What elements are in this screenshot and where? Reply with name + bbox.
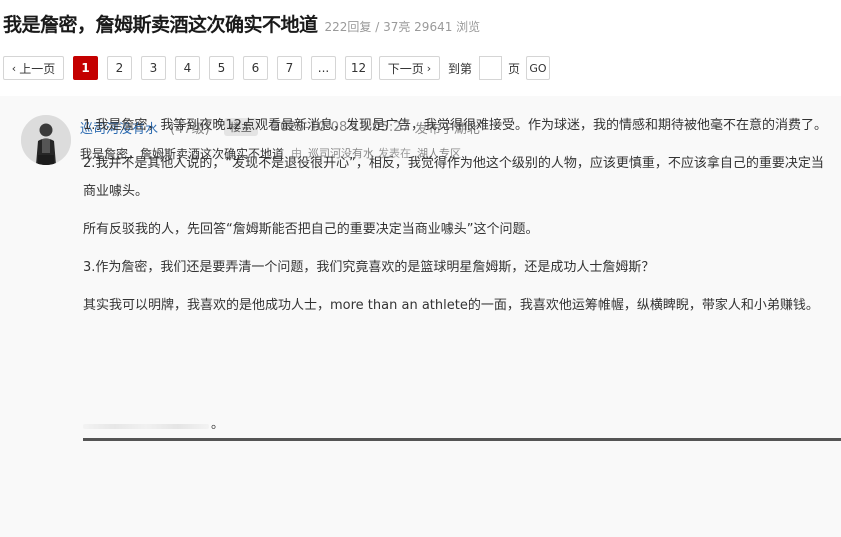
page-ellipsis: ... bbox=[311, 56, 336, 80]
blurred-text bbox=[83, 424, 209, 429]
avatar[interactable] bbox=[21, 115, 71, 165]
page-button[interactable]: 2 bbox=[107, 56, 132, 80]
thread-title-bar: 我是詹密，詹姆斯卖酒这次确实不地道 222回复 / 37亮 29641 浏览 bbox=[3, 10, 480, 38]
page-button[interactable]: 6 bbox=[243, 56, 268, 80]
avatar-image bbox=[21, 115, 71, 165]
page-button[interactable]: 5 bbox=[209, 56, 234, 80]
goto-suffix: 页 bbox=[508, 61, 521, 76]
post-paragraph: 3.作为詹密，我们还是要弄清一个问题，我们究竟喜欢的是篮球明星詹姆斯，还是成功人… bbox=[83, 260, 655, 275]
page-button[interactable]: 7 bbox=[277, 56, 302, 80]
post-paragraph: 所有反驳我的人，先回答“詹姆斯能否把自己的重要决定当商业噱头”这个问题。 bbox=[83, 222, 539, 237]
post-paragraph: 2.我并不是其他人说的，“发现不是退役很开心”，相反，我觉得作为他这个级别的人物… bbox=[83, 156, 824, 199]
chevron-left-icon: ‹ bbox=[11, 61, 17, 75]
trailing-period: 。 bbox=[211, 417, 225, 432]
thread-title: 我是詹密，詹姆斯卖酒这次确实不地道 bbox=[3, 14, 318, 36]
post-content: 1.我是詹密，我等到夜晚12点观看最新消息，发现是广告，我觉得很难接受。作为球迷… bbox=[83, 112, 829, 330]
goto-label: 到第 bbox=[448, 61, 473, 76]
goto-page-input[interactable] bbox=[479, 56, 502, 80]
page-button[interactable]: 4 bbox=[175, 56, 200, 80]
divider bbox=[83, 438, 841, 441]
pagination: ‹ 上一页 1 2 3 4 5 6 7 ... 12 下一页 › 到第 页 GO bbox=[3, 56, 563, 80]
post-paragraph: 其实我可以明牌，我喜欢的是他成功人士，more than an athlete的… bbox=[83, 298, 819, 313]
page-button[interactable]: 12 bbox=[345, 56, 372, 80]
next-page-button[interactable]: 下一页 › bbox=[379, 56, 440, 80]
prev-page-button[interactable]: ‹ 上一页 bbox=[3, 56, 64, 80]
page-button-current[interactable]: 1 bbox=[73, 56, 98, 80]
page-button[interactable]: 3 bbox=[141, 56, 166, 80]
go-button[interactable]: GO bbox=[526, 56, 550, 80]
thread-stats: 222回复 / 37亮 29641 浏览 bbox=[324, 20, 481, 34]
chevron-right-icon: › bbox=[426, 61, 432, 75]
post-paragraph: 1.我是詹密，我等到夜晚12点观看最新消息，发现是广告，我觉得很难接受。作为球迷… bbox=[83, 118, 827, 133]
